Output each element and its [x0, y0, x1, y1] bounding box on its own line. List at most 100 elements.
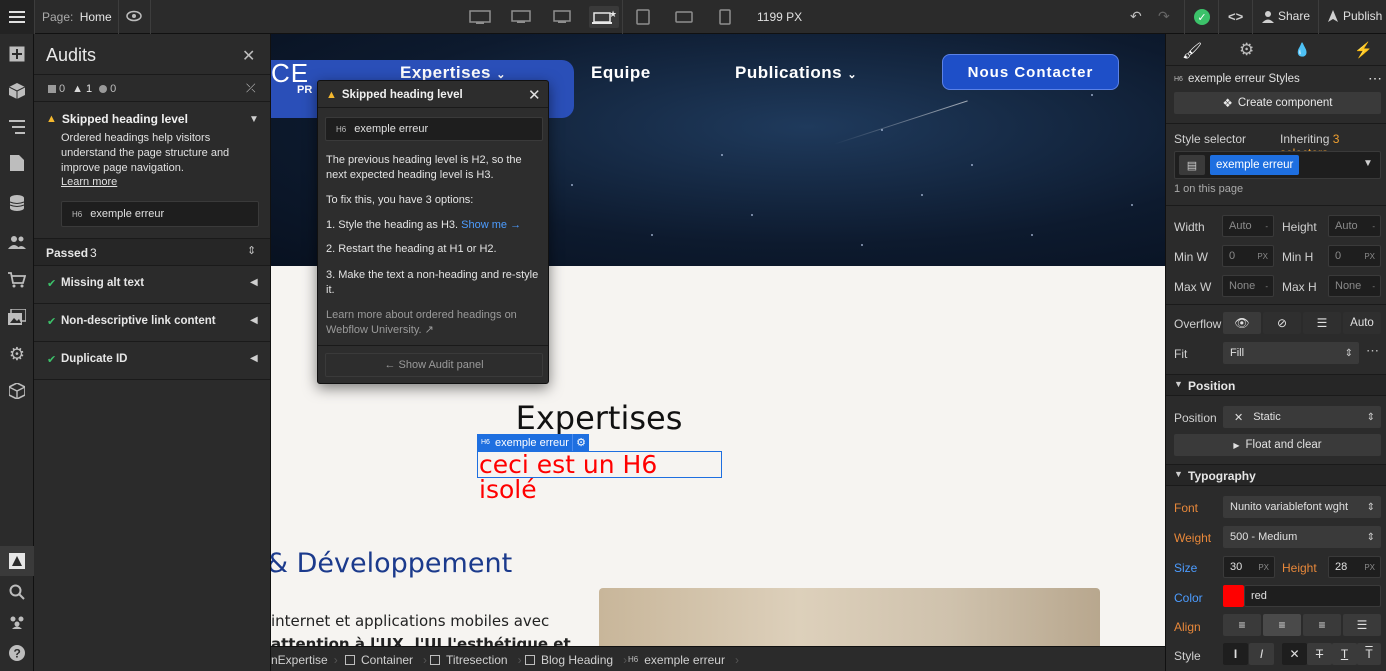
tab-settings[interactable]: ⚙ [1239, 40, 1254, 60]
breakpoint-xxl-button[interactable] [467, 6, 493, 28]
learn-more-link[interactable]: Learn more [61, 176, 117, 188]
collapse-all-button[interactable]: ⤫ [246, 81, 256, 96]
add-element-button[interactable] [0, 39, 34, 69]
navigator-button[interactable] [0, 112, 34, 142]
align-right-button[interactable]: ≡ [1303, 614, 1341, 636]
users-button[interactable] [0, 227, 34, 257]
components-button[interactable] [0, 76, 34, 106]
page-selector[interactable]: Page: Home [42, 10, 112, 24]
section-image[interactable] [599, 588, 1100, 646]
issue-element-link[interactable]: H6 exemple erreur [61, 201, 259, 227]
color-input[interactable]: red [1244, 585, 1381, 607]
width-input[interactable]: Auto - [1222, 215, 1274, 237]
show-me-link[interactable]: Show me → [461, 219, 521, 231]
issue-skipped-heading[interactable]: ▲ Skipped heading level [46, 112, 188, 126]
line-height-input[interactable]: 28 PX [1328, 556, 1381, 578]
popup-element-link[interactable]: H6 exemple erreur [325, 117, 543, 141]
audit-status-check-icon[interactable]: ✓ [1194, 9, 1210, 25]
create-component-button[interactable]: ❖ Create component [1174, 92, 1381, 114]
publish-button[interactable]: Publish [1327, 9, 1382, 23]
apps-button[interactable] [0, 376, 34, 406]
preview-button[interactable] [126, 9, 142, 26]
more-options-icon[interactable]: ⋯ [1368, 70, 1382, 87]
align-left-button[interactable]: ≡ [1223, 614, 1261, 636]
align-justify-button[interactable]: ☰ [1343, 614, 1381, 636]
breadcrumb-item-current[interactable]: H6 exemple erreur › [628, 647, 739, 671]
max-height-input[interactable]: None - [1328, 275, 1381, 297]
selector-state-icon[interactable]: ▤ [1179, 155, 1205, 175]
breakpoint-desktop-button[interactable]: ★ [589, 6, 619, 28]
more-options-icon[interactable]: ⋯ [1366, 343, 1379, 359]
passed-item[interactable]: ✔ Duplicate ID ◀ [34, 342, 270, 379]
search-button[interactable] [0, 577, 34, 607]
passed-item[interactable]: ✔ Missing alt text ◀ [34, 266, 270, 303]
fit-select[interactable]: Fill ⇕ [1223, 342, 1359, 364]
decoration-none-button[interactable]: ✕ [1282, 643, 1307, 665]
element-settings-button[interactable]: ⚙ [572, 434, 589, 451]
settings-button[interactable]: ⚙ [0, 339, 34, 369]
breakpoint-xl-button[interactable] [508, 6, 534, 28]
underline-button[interactable]: T [1332, 643, 1357, 665]
chevron-down-icon[interactable]: ▼ [1363, 158, 1373, 169]
overline-button[interactable]: T [1357, 643, 1381, 665]
issue-chevron-down-icon[interactable]: ▼ [249, 114, 259, 125]
popup-learn-more[interactable]: Learn more about ordered headings on Web… [326, 308, 542, 338]
weight-select[interactable]: 500 - Medium ⇕ [1223, 526, 1381, 548]
breadcrumb-item[interactable]: nExpertise › [271, 647, 338, 671]
breakpoint-portrait-button[interactable] [712, 6, 738, 28]
overflow-visible-button[interactable]: 👁 [1223, 312, 1261, 334]
cms-button[interactable] [0, 188, 34, 218]
overflow-hidden-button[interactable]: ⊘ [1263, 312, 1301, 334]
redo-button[interactable]: ↷ [1158, 9, 1170, 24]
breakpoint-tablet-button[interactable] [630, 6, 656, 28]
undo-button[interactable]: ↶ [1130, 9, 1142, 24]
body-text-line[interactable]: attention à l'UX, l'UI l'esthétique et [271, 635, 571, 646]
show-audit-panel-button[interactable]: ← Show Audit panel [325, 353, 543, 377]
style-italic-off-button[interactable]: I [1223, 643, 1248, 665]
help-button[interactable]: ? [0, 638, 34, 668]
position-select[interactable]: ✕ Static ⇕ [1223, 406, 1381, 428]
min-height-input[interactable]: 0 PX [1328, 245, 1381, 267]
max-width-input[interactable]: None - [1222, 275, 1274, 297]
min-width-input[interactable]: 0 PX [1222, 245, 1274, 267]
assets-button[interactable] [0, 302, 34, 332]
typography-section-header[interactable]: ▼ Typography [1166, 464, 1386, 486]
passed-item[interactable]: ✔ Non-descriptive link content ◀ [34, 304, 270, 341]
dev-section-title[interactable]: & Développement [271, 548, 512, 579]
align-center-button[interactable]: ≡ [1263, 614, 1301, 636]
close-audits-button[interactable]: ✕ [242, 46, 255, 66]
strikethrough-button[interactable]: T [1307, 643, 1332, 665]
font-size-input[interactable]: 30 PX [1223, 556, 1275, 578]
breadcrumb-item[interactable]: Blog Heading › [525, 647, 627, 671]
breakpoint-l-button[interactable] [549, 6, 575, 28]
breadcrumb-item[interactable]: Titresection › [430, 647, 522, 671]
close-popup-button[interactable]: ✕ [528, 86, 541, 104]
contact-button[interactable]: Nous Contacter [942, 54, 1119, 90]
tab-interactions[interactable]: ⚡ [1354, 41, 1373, 59]
selected-h6-heading[interactable]: ceci est un H6 isolé [477, 451, 722, 502]
float-clear-button[interactable]: ▶ Float and clear [1174, 434, 1381, 456]
collaborators-button[interactable] [0, 607, 34, 637]
color-swatch[interactable] [1223, 585, 1244, 607]
overflow-scroll-button[interactable]: ☰ [1303, 312, 1341, 334]
overflow-auto-button[interactable]: Auto [1343, 312, 1381, 334]
position-section-header[interactable]: ▼ Position [1166, 374, 1386, 396]
style-italic-button[interactable]: I [1249, 643, 1274, 665]
code-icon[interactable]: <> [1228, 9, 1243, 24]
audits-button[interactable] [0, 546, 34, 576]
breakpoint-landscape-button[interactable] [671, 6, 697, 28]
passed-header[interactable]: Passed 3 ⇕ [34, 239, 270, 265]
breadcrumb-item[interactable]: Container › [345, 647, 427, 671]
height-input[interactable]: Auto - [1328, 215, 1381, 237]
hamburger-menu-button[interactable] [0, 0, 34, 34]
selector-chip[interactable]: exemple erreur [1210, 155, 1300, 175]
tab-style-manager[interactable]: 💧 [1294, 42, 1310, 58]
nav-equipe[interactable]: Equipe [591, 63, 651, 83]
tab-style[interactable]: 🖌 [1182, 41, 1202, 61]
pages-button[interactable] [0, 148, 34, 178]
body-text-line[interactable]: internet et applications mobiles avec [271, 612, 549, 630]
style-selector-field[interactable]: ▤ exemple erreur ▼ [1174, 151, 1381, 179]
font-select[interactable]: Nunito variablefont wght ⇕ [1223, 496, 1381, 518]
section-title[interactable]: Expertises [271, 399, 927, 437]
ecommerce-button[interactable] [0, 265, 34, 295]
